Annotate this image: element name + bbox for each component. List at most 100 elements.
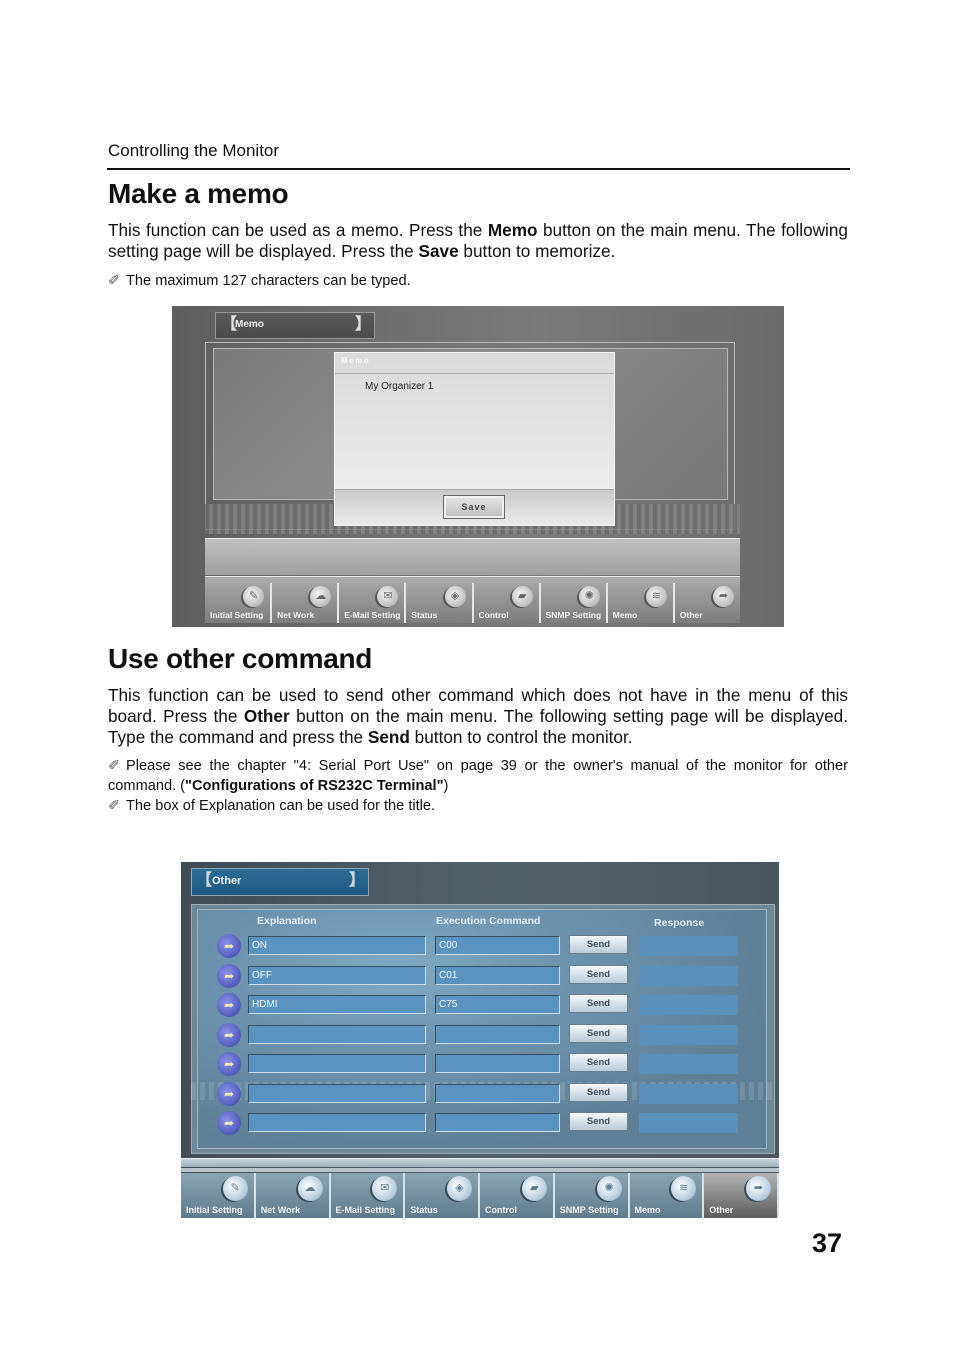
nav-item-label: Control — [478, 610, 509, 620]
nav-item-label: Initial Setting — [210, 610, 264, 620]
other-page-title-bar: 【 Other 】 — [191, 868, 369, 896]
nav-item-control[interactable]: ▰ Control — [480, 1173, 555, 1218]
nav-item-snmp-setting[interactable]: ✺ SNMP Setting — [554, 1173, 630, 1218]
network-icon: ☁ — [310, 586, 332, 607]
response-field — [639, 1083, 738, 1104]
pen-icon: ✎ — [243, 586, 265, 607]
emphasis-memo: Memo — [487, 220, 538, 240]
nav-item-status[interactable]: ◈ Status — [406, 583, 474, 623]
note-text: The box of Explanation can be used for t… — [126, 798, 436, 814]
explanation-input[interactable] — [248, 1083, 426, 1103]
nav-item-label: Net Work — [260, 1205, 301, 1215]
nav-item-label: Control — [485, 1205, 517, 1215]
nav-item-e-mail-setting[interactable]: ✉ E-Mail Setting — [339, 583, 407, 623]
command-input[interactable] — [435, 1113, 560, 1132]
nav-item-other[interactable]: ➦ Other — [704, 1173, 779, 1218]
pencil-note-icon: ✐ — [108, 758, 121, 774]
save-button[interactable]: Save — [443, 495, 505, 519]
send-button[interactable]: Send — [569, 1112, 628, 1131]
send-button[interactable]: Send — [569, 1082, 628, 1102]
status-icon: ◈ — [444, 586, 466, 607]
send-arrow-icon: ➦ — [217, 934, 241, 958]
snmp-icon: ✺ — [578, 586, 600, 607]
nav-item-snmp-setting[interactable]: ✺ SNMP Setting — [540, 583, 608, 623]
main-menu-nav: ✎ Initial Setting ☁ Net Work ✉ E-Mail Setting… — [181, 1173, 779, 1218]
nav-item-initial-setting[interactable]: ✎ Initial Setting — [181, 1173, 256, 1218]
text-run: This function can be used as a memo. Pre… — [108, 220, 488, 240]
memo-icon: ≋ — [671, 1176, 697, 1201]
explanation-input[interactable] — [248, 1113, 426, 1132]
status-bar — [205, 538, 740, 575]
nav-item-status[interactable]: ◈ Status — [405, 1173, 480, 1218]
nav-item-control[interactable]: ▰ Control — [473, 583, 541, 623]
memo-paragraph: This function can be used as a memo. Pre… — [108, 220, 848, 262]
command-input[interactable] — [435, 995, 560, 1014]
response-field — [639, 1113, 738, 1133]
other-paragraph: This function can be used to send other … — [108, 685, 848, 748]
send-arrow-icon: ➦ — [217, 1022, 241, 1047]
send-arrow-icon: ➦ — [217, 1081, 241, 1106]
main-menu-nav: ✎ Initial Setting ☁ Net Work ✉ E-Mail Setting… — [205, 583, 740, 623]
response-field — [639, 995, 738, 1015]
nav-item-initial-setting[interactable]: ✎ Initial Setting — [205, 583, 273, 623]
send-button[interactable]: Send — [569, 1053, 628, 1072]
note-emphasis: "Configurations of RS232C Terminal" — [185, 778, 444, 794]
nav-item-memo[interactable]: ≋ Memo — [629, 1173, 705, 1218]
bracket-left: 【 — [196, 872, 213, 889]
memo-dialog: Memo My Organizer 1 Save — [334, 352, 615, 526]
send-button[interactable]: Send — [569, 964, 628, 984]
control-icon: ▰ — [521, 1176, 547, 1201]
explanation-input[interactable] — [248, 1024, 426, 1044]
nav-item-label: Initial Setting — [186, 1205, 243, 1215]
command-input[interactable] — [435, 1054, 560, 1073]
other-note-1: ✐ Please see the chapter "4: Serial Port … — [108, 756, 848, 796]
bracket-right: 】 — [348, 872, 365, 889]
page-number: 37 — [812, 1228, 843, 1258]
memo-screenshot: 【 Memo 】 Memo My Organizer 1 Save ✎ Initi… — [172, 306, 784, 627]
nav-item-label: SNMP Setting — [559, 1205, 619, 1215]
send-arrow-icon: ➦ — [217, 963, 241, 988]
section-heading-other: Use other command — [108, 643, 373, 674]
column-header-command: Execution Command — [436, 915, 541, 927]
nav-item-other[interactable]: ➦ Other — [674, 583, 740, 623]
nav-item-label: E-Mail Setting — [344, 610, 401, 620]
nav-item-label: Other — [709, 1205, 734, 1215]
page-title: Memo — [235, 319, 264, 330]
nav-item-net-work[interactable]: ☁ Net Work — [255, 1173, 331, 1218]
dialog-title: Memo — [341, 356, 371, 365]
memo-textarea[interactable]: My Organizer 1 — [365, 381, 433, 392]
dialog-footer: Save — [335, 489, 614, 526]
response-field — [639, 936, 738, 956]
explanation-input[interactable] — [248, 995, 426, 1014]
status-icon: ◈ — [447, 1176, 472, 1201]
nav-item-label: E-Mail Setting — [335, 1205, 396, 1215]
explanation-input[interactable] — [248, 965, 426, 985]
nav-item-net-work[interactable]: ☁ Net Work — [272, 583, 340, 623]
bar-divider — [181, 1168, 779, 1172]
nav-item-memo[interactable]: ≋ Memo — [607, 583, 675, 623]
mail-icon: ✉ — [377, 586, 399, 607]
send-button[interactable]: Send — [569, 935, 628, 954]
send-button[interactable]: Send — [569, 1023, 628, 1043]
explanation-input[interactable] — [248, 1054, 426, 1073]
send-arrow-icon: ➦ — [217, 1111, 241, 1135]
column-header-response: Response — [654, 917, 705, 929]
command-input[interactable] — [435, 936, 560, 955]
command-input[interactable] — [435, 965, 560, 985]
command-input[interactable] — [435, 1083, 560, 1103]
response-field — [639, 965, 738, 986]
page-title: Other — [212, 875, 242, 887]
nav-item-label: Other — [679, 610, 703, 620]
send-button[interactable]: Send — [569, 994, 628, 1013]
nav-item-label: Memo — [612, 610, 638, 620]
explanation-input[interactable] — [248, 936, 426, 955]
section-heading-memo: Make a memo — [108, 178, 289, 209]
network-icon: ☁ — [297, 1176, 323, 1201]
nav-item-label: Memo — [634, 1205, 661, 1215]
memo-icon: ≋ — [645, 586, 667, 607]
control-icon: ▰ — [511, 586, 533, 607]
nav-item-e-mail-setting[interactable]: ✉ E-Mail Setting — [330, 1173, 406, 1218]
bracket-right: 】 — [354, 316, 371, 333]
command-input[interactable] — [435, 1024, 560, 1044]
bar-divider — [205, 576, 740, 583]
